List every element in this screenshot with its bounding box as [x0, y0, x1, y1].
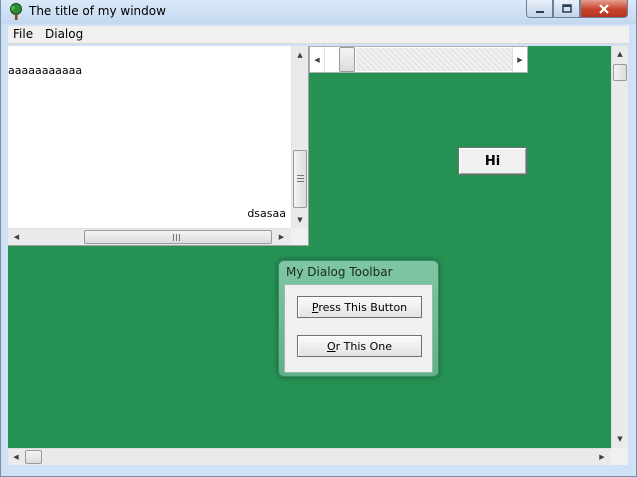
text-line-2: dsasaa — [247, 207, 286, 220]
scroll-thumb[interactable] — [84, 230, 272, 244]
scroll-track[interactable] — [356, 48, 512, 71]
dialog-toolbar: My Dialog Toolbar Press This Button Or T… — [278, 260, 439, 377]
window-horizontal-scrollbar[interactable]: ◀ ▶ — [8, 448, 611, 465]
press-this-button[interactable]: Press This Button — [297, 296, 422, 318]
button-mnemonic: O — [326, 339, 336, 353]
tree-icon — [7, 3, 25, 21]
minimize-button[interactable] — [526, 0, 553, 18]
minimize-icon — [535, 10, 544, 13]
button-label: r This One — [335, 339, 393, 353]
scroll-left-arrow-icon[interactable]: ◀ — [310, 47, 325, 72]
scroll-corner — [611, 448, 628, 465]
scroll-down-arrow-icon[interactable]: ▼ — [612, 431, 628, 447]
scroll-corner — [291, 228, 308, 245]
scroll-down-arrow-icon[interactable]: ▼ — [292, 211, 308, 228]
window-vertical-scrollbar[interactable]: ▲ ▼ — [611, 46, 628, 448]
scroll-thumb[interactable] — [293, 150, 307, 208]
scroll-right-arrow-icon[interactable]: ▶ — [594, 449, 610, 465]
scroll-thumb[interactable] — [613, 64, 627, 81]
scroll-left-arrow-icon[interactable]: ◀ — [8, 229, 25, 245]
window-title: The title of my window — [29, 4, 166, 18]
scroll-up-arrow-icon[interactable]: ▲ — [292, 46, 308, 63]
close-button[interactable] — [580, 0, 628, 18]
text-window-vertical-scrollbar[interactable]: ▲ ▼ — [291, 46, 308, 228]
close-icon — [599, 3, 609, 14]
scroll-thumb[interactable] — [25, 450, 42, 464]
scroll-thumb[interactable] — [339, 47, 355, 72]
horizontal-scrollbar-control[interactable]: ◀ ▶ — [309, 46, 528, 73]
text-window[interactable]: aaaaaaaaaaa dsasaa ▲ ▼ ◀ ▶ — [8, 46, 309, 246]
text-window-horizontal-scrollbar[interactable]: ◀ ▶ — [8, 228, 291, 245]
menu-dialog[interactable]: Dialog — [41, 27, 87, 41]
maximize-icon — [561, 3, 572, 13]
scroll-right-arrow-icon[interactable]: ▶ — [512, 47, 527, 72]
dialog-body: Press This Button Or This One — [284, 284, 433, 373]
scroll-left-arrow-icon[interactable]: ◀ — [8, 449, 24, 465]
dialog-title[interactable]: My Dialog Toolbar — [286, 265, 393, 279]
hi-button[interactable]: Hi — [458, 147, 527, 175]
menu-file[interactable]: File — [9, 27, 37, 41]
button-label: ress This Button — [318, 300, 408, 314]
maximize-button[interactable] — [553, 0, 580, 18]
menu-bar — [8, 26, 629, 44]
text-line-1: aaaaaaaaaaa — [8, 64, 83, 77]
scroll-up-arrow-icon[interactable]: ▲ — [612, 46, 628, 62]
or-this-one-button[interactable]: Or This One — [297, 335, 422, 357]
scroll-right-arrow-icon[interactable]: ▶ — [273, 229, 290, 245]
